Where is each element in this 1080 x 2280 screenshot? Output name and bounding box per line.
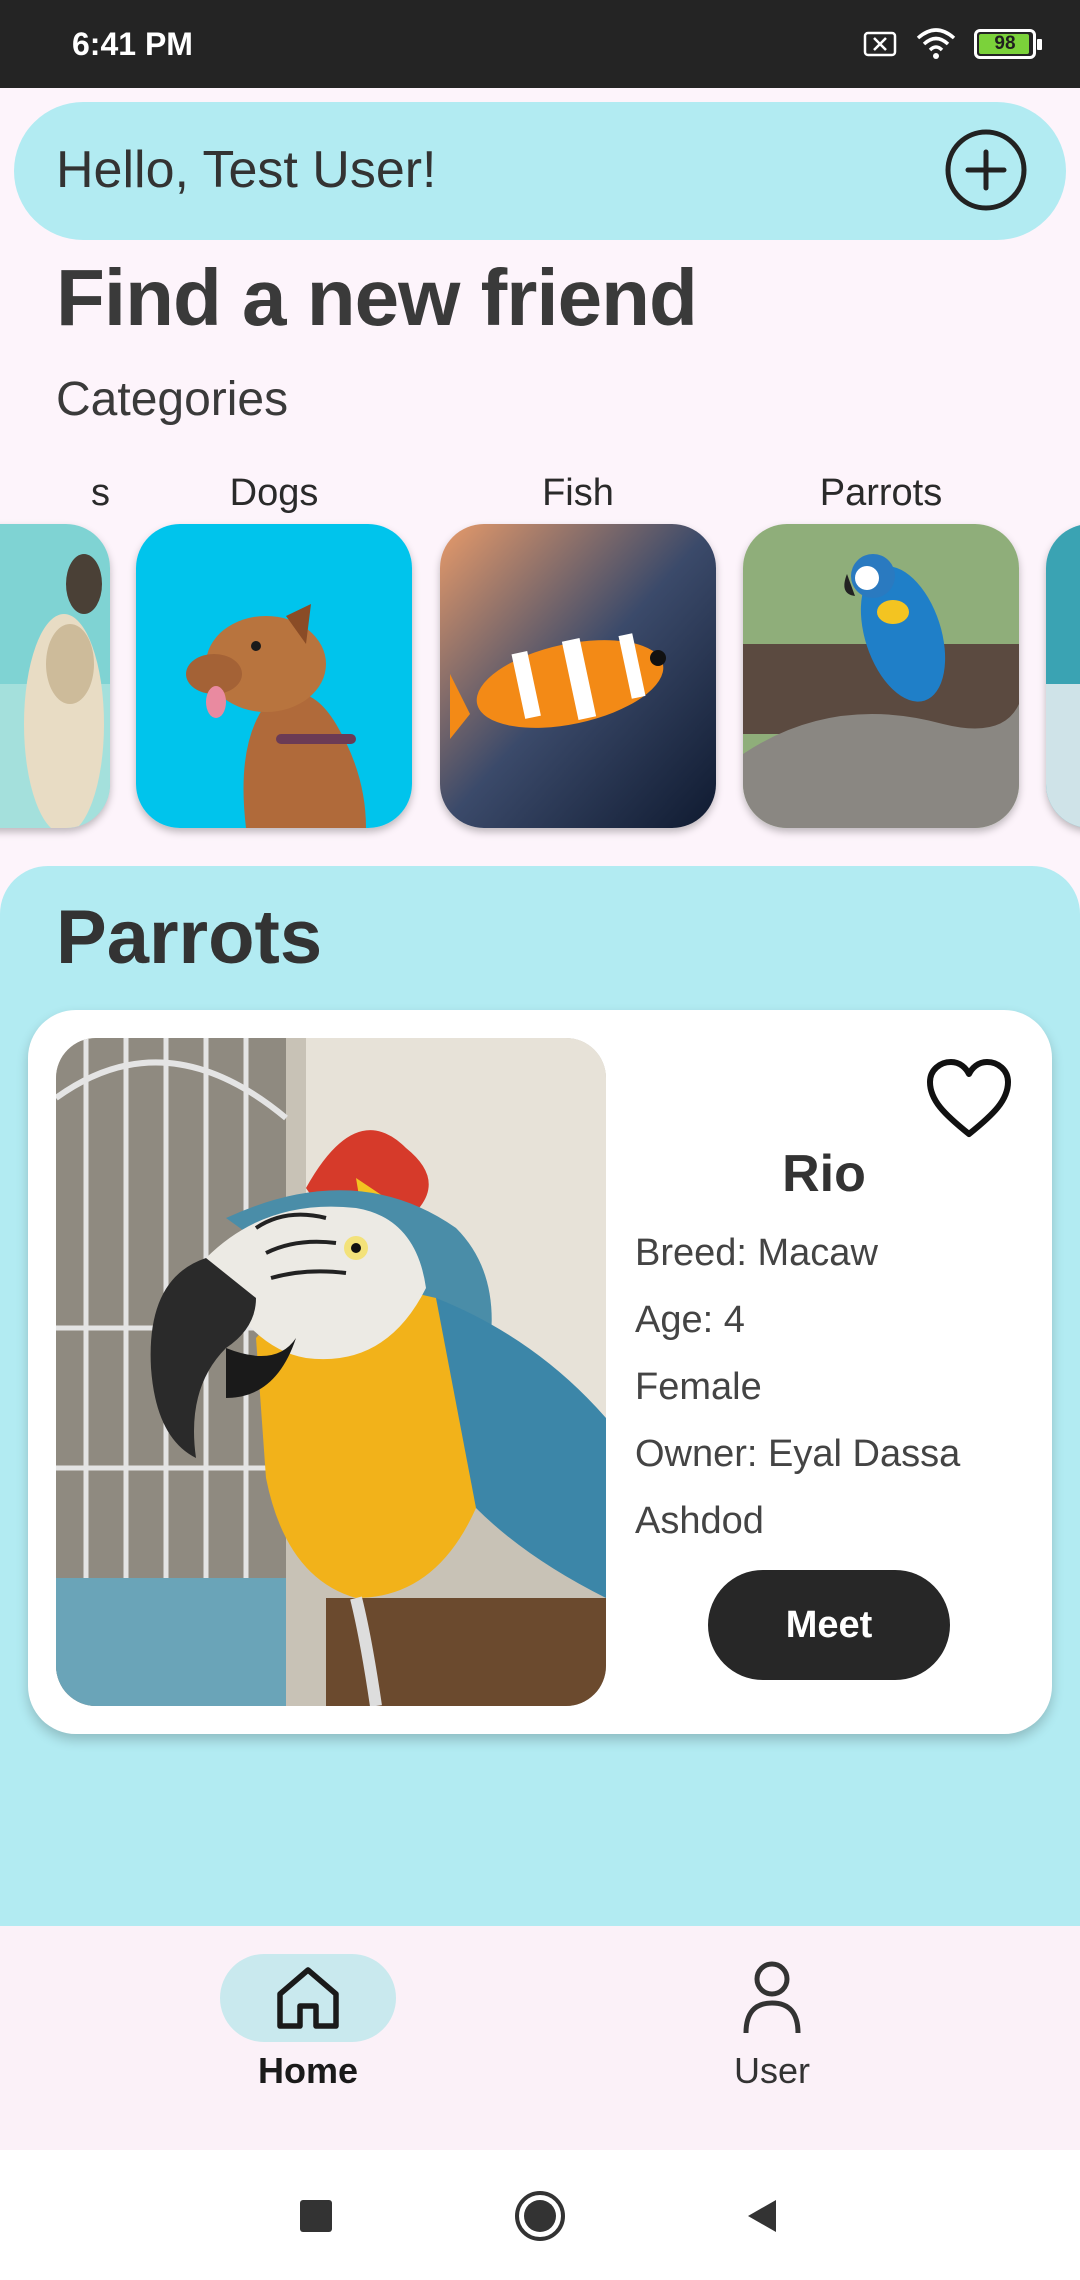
nav-item-home[interactable]: Home [188, 1954, 428, 2092]
favorite-button[interactable] [924, 1056, 1014, 1142]
category-dogs[interactable]: Dogs [136, 462, 412, 828]
nav-label-home: Home [257, 2050, 359, 2091]
sim-blocked-icon [863, 31, 897, 57]
battery-icon: 98 [974, 29, 1042, 59]
home-system-button[interactable] [512, 2188, 568, 2244]
results-panel: Parrots Rio Breed: Macaw Age: 4 Female O… [0, 866, 1080, 1926]
category-fish[interactable]: Fish [440, 462, 716, 828]
parrot-photo [743, 524, 1019, 828]
back-triangle-icon [748, 2200, 776, 2232]
meet-button[interactable]: Meet [708, 1570, 950, 1680]
cat-photo [0, 524, 110, 828]
greeting-bar: Hello, Test User! [14, 102, 1066, 240]
category-carousel[interactable]: s Dogs Fish Parrots [0, 462, 1080, 848]
back-button[interactable] [734, 2188, 790, 2244]
pet-age: Age: 4 [635, 1299, 745, 1341]
pet-owner: Owner: Eyal Dassa [635, 1433, 961, 1475]
category-label: s [91, 472, 110, 514]
category-parrots[interactable]: Parrots [743, 462, 1019, 828]
bottom-nav: Home User [0, 1926, 1080, 2151]
greeting-text: Hello, Test User! [56, 141, 437, 199]
next-category-photo [1046, 524, 1080, 828]
category-label [1046, 462, 1080, 524]
battery-level: 98 [994, 33, 1016, 54]
category-next[interactable] [1046, 462, 1080, 828]
category-cats[interactable]: s [0, 462, 110, 828]
user-icon [743, 1961, 801, 2034]
status-time: 6:41 PM [72, 26, 193, 62]
category-label: Dogs [229, 472, 319, 514]
plus-circle-icon [945, 129, 1027, 211]
nav-item-user[interactable]: User [652, 1954, 892, 2092]
categories-heading: Categories [56, 373, 289, 426]
page-title: Find a new friend [56, 253, 698, 342]
fish-photo [440, 524, 716, 828]
pet-photo [56, 1038, 606, 1706]
pet-gender: Female [635, 1366, 762, 1408]
status-bar: 6:41 PM 98 [0, 0, 1080, 88]
results-title: Parrots [56, 895, 323, 980]
category-label: Fish [542, 472, 614, 514]
nav-pill-user [684, 1954, 860, 2042]
nav-label-user: User [733, 2050, 810, 2091]
pet-location: Ashdod [635, 1500, 764, 1542]
pet-card[interactable]: Rio Breed: Macaw Age: 4 Female Owner: Ey… [28, 1010, 1052, 1734]
dog-photo [136, 524, 412, 828]
wifi-icon [916, 28, 956, 59]
category-label: Parrots [819, 472, 943, 514]
home-icon [277, 1967, 339, 2029]
home-circle-icon [515, 2191, 565, 2241]
status-icons: 98 [862, 28, 1042, 60]
system-nav-bar [0, 2150, 1080, 2280]
heart-outline-icon [927, 1059, 1011, 1137]
add-pet-button[interactable] [944, 128, 1028, 212]
pet-name: Rio [782, 1145, 866, 1203]
pet-breed: Breed: Macaw [635, 1232, 878, 1274]
nav-pill-home [220, 1954, 396, 2042]
recents-button[interactable] [288, 2188, 344, 2244]
recents-icon [300, 2200, 332, 2232]
